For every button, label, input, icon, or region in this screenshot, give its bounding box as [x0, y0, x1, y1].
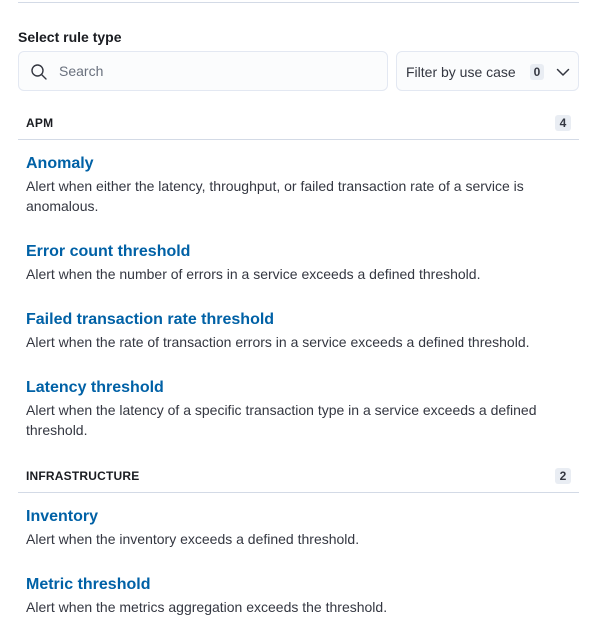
page-title: Select rule type [18, 29, 122, 45]
rule-anomaly-description: Alert when either the latency, throughpu… [26, 178, 524, 214]
rule-metric-threshold-description: Alert when the metrics aggregation excee… [26, 599, 388, 615]
rule-inventory-link[interactable]: Inventory [26, 508, 98, 526]
rule-type-selector: Select rule type Filter by use case 0 AP… [0, 0, 604, 643]
group-divider [18, 139, 579, 140]
group-divider [18, 492, 579, 493]
rule-anomaly-link[interactable]: Anomaly [26, 155, 94, 173]
group-title-apm: APM [26, 116, 54, 130]
search-icon [31, 64, 47, 80]
group-count-badge: 2 [555, 468, 571, 484]
search-input[interactable] [59, 52, 379, 90]
filter-by-use-case-button[interactable]: Filter by use case 0 [396, 51, 579, 91]
chevron-down-icon [556, 68, 570, 76]
rule-inventory-description: Alert when the inventory exceeds a defin… [26, 531, 360, 547]
rule-latency-threshold-description: Alert when the latency of a specific tra… [26, 402, 537, 438]
rule-failed-transaction-rate-description: Alert when the rate of transaction error… [26, 334, 530, 350]
group-count-badge: 4 [555, 115, 571, 131]
rule-error-count-threshold-description: Alert when the number of errors in a ser… [26, 266, 481, 282]
search-field[interactable] [18, 51, 388, 91]
filter-label: Filter by use case [406, 64, 516, 80]
rule-metric-threshold-link[interactable]: Metric threshold [26, 576, 150, 594]
rule-failed-transaction-rate-link[interactable]: Failed transaction rate threshold [26, 311, 274, 329]
filter-count-badge: 0 [530, 64, 544, 80]
rule-error-count-threshold-link[interactable]: Error count threshold [26, 243, 190, 261]
rule-latency-threshold-link[interactable]: Latency threshold [26, 379, 164, 397]
top-divider [18, 2, 579, 3]
group-title-infrastructure: INFRASTRUCTURE [26, 469, 140, 483]
